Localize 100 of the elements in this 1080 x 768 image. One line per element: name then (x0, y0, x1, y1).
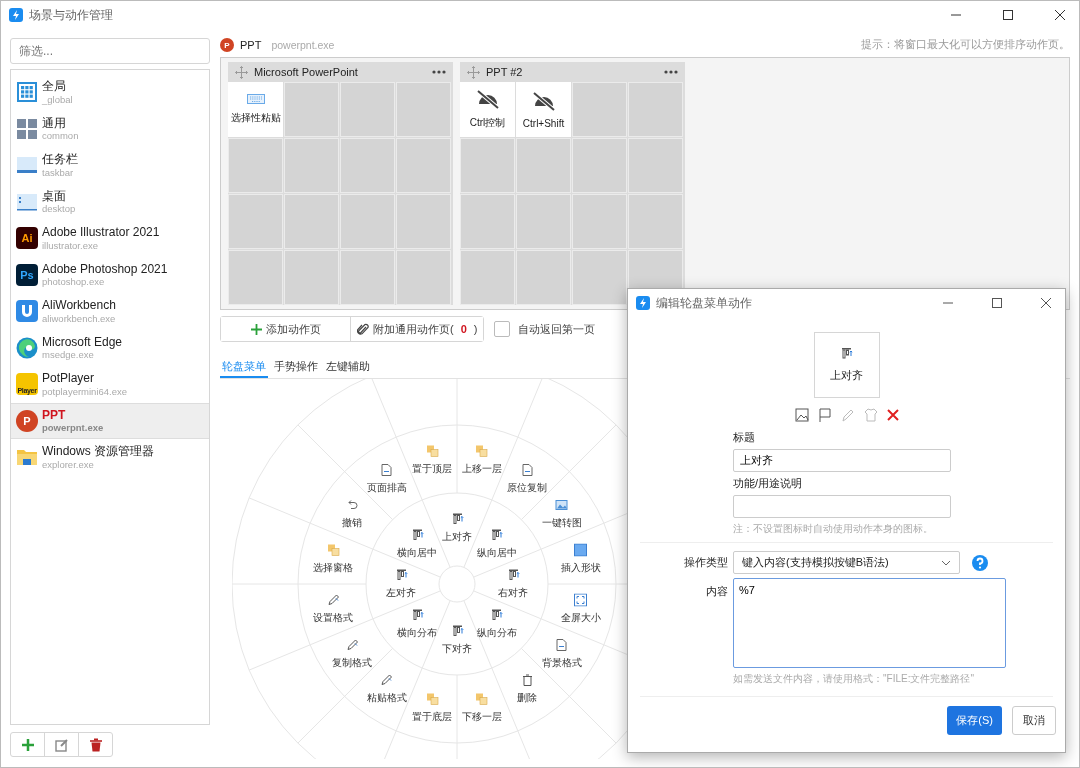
add-button[interactable] (10, 732, 45, 757)
app-name: 全局 (42, 79, 67, 94)
icon-preview[interactable]: 上对齐 (813, 332, 880, 398)
app-list-item[interactable]: 任务栏 taskbar (11, 147, 209, 184)
tab[interactable]: 轮盘菜单 (220, 356, 268, 378)
image-icon[interactable] (794, 408, 809, 422)
wheel-item[interactable]: 下对齐 (442, 624, 472, 656)
app-name: 通用 (42, 115, 67, 131)
app-list-item[interactable]: Windows 资源管理器 explorer.exe (11, 439, 209, 476)
edit-button[interactable] (44, 732, 79, 757)
wheel-item[interactable]: 粘贴格式 (367, 673, 407, 705)
wheel-item-label: 置于顶层 (412, 461, 453, 476)
maximize-icon[interactable] (1002, 9, 1014, 21)
app-name: 任务栏 (42, 152, 78, 167)
cancel-button[interactable]: 取消 (1012, 706, 1056, 735)
app-name: AliWorkbench (42, 298, 116, 313)
field-label: 内容 (705, 584, 728, 599)
wheel-item-label: 插入形状 (560, 560, 601, 575)
trash-icon (520, 673, 534, 687)
wheel-item[interactable]: 背景格式 (541, 638, 582, 670)
wheel-item[interactable]: 右对齐 (498, 568, 528, 600)
add-page-button[interactable]: 添加动作页 (221, 317, 351, 341)
wheel-item[interactable]: 纵向分布 (476, 608, 517, 640)
save-button[interactable]: 保存(S) (947, 706, 1002, 735)
title-field[interactable]: 上对齐 (733, 449, 951, 472)
more-icon[interactable] (432, 70, 446, 74)
action-tile[interactable]: Ctrl控制 (460, 82, 515, 137)
more-icon[interactable] (664, 70, 678, 74)
wheel-item[interactable]: 上移一层 (461, 444, 502, 476)
wheel-item[interactable]: 选择窗格 (313, 543, 354, 575)
wheel-item-label: 上移一层 (461, 461, 502, 476)
document-icon (380, 463, 394, 477)
wheel-item[interactable]: 纵向居中 (476, 528, 517, 560)
wheel-item[interactable]: 页面排高 (367, 463, 407, 495)
layers-icon (475, 692, 489, 706)
app-name: Windows 资源管理器 (42, 444, 154, 459)
wheel-item-label: 横向居中 (397, 545, 438, 560)
field-label: 标题 (733, 430, 756, 445)
action-tile[interactable]: 选择性粘贴 (228, 82, 283, 137)
flag-icon[interactable] (817, 408, 832, 422)
app-exe: common (42, 130, 79, 142)
maximize-icon[interactable] (991, 297, 1003, 309)
wheel-item-label: 页面排高 (367, 480, 407, 495)
wheel-item[interactable]: 置于底层 (412, 692, 453, 724)
close-icon[interactable] (1054, 9, 1066, 21)
action-label: 选择性粘贴 (230, 111, 281, 125)
app-exe: photoshop.exe (42, 276, 106, 288)
move-icon[interactable] (467, 65, 480, 79)
help-icon[interactable] (972, 554, 988, 571)
tab[interactable]: 手势操作 (272, 356, 320, 378)
app-list-item[interactable]: AliWorkbench aliworkbench.exe (11, 293, 209, 330)
wheel-item[interactable]: 横向分布 (397, 608, 438, 640)
app-list-item[interactable]: 全局 _global (11, 74, 209, 111)
description-field[interactable] (733, 495, 951, 518)
wheel-item[interactable]: 置于顶层 (412, 444, 453, 476)
delete-button[interactable] (78, 732, 113, 757)
align-icon (490, 608, 504, 622)
align-icon (394, 568, 408, 582)
app-exe: desktop (42, 203, 76, 215)
align-icon (506, 568, 520, 582)
wheel-item[interactable]: 撤销 (342, 498, 363, 530)
close-icon[interactable] (1040, 297, 1052, 309)
wheel-item-label: 全屏大小 (560, 610, 601, 625)
wheel-item-label: 上对齐 (442, 529, 472, 544)
wheel-item[interactable]: 左对齐 (386, 568, 416, 600)
wheel-item[interactable]: 复制格式 (332, 638, 373, 670)
align-icon (450, 512, 464, 526)
app-list-item[interactable]: 通用 common (11, 110, 209, 147)
app-exe: powerpnt.exe (271, 39, 335, 51)
app-name: Microsoft Edge (42, 334, 123, 350)
wheel-item-label: 横向分布 (397, 625, 438, 640)
app-list-item[interactable]: Microsoft Edge msedge.exe (11, 329, 209, 366)
pen-icon (326, 593, 340, 607)
move-icon[interactable] (235, 65, 248, 79)
layers-icon (475, 444, 489, 458)
wheel-item[interactable]: 横向居中 (397, 528, 438, 560)
layers-icon (425, 444, 439, 458)
filter-field[interactable]: 筛选... (10, 38, 210, 64)
wheel-item-label: 下移一层 (461, 709, 502, 724)
tab[interactable]: 左键辅助 (324, 356, 372, 378)
wheel-item[interactable]: 下移一层 (461, 692, 502, 724)
shirt-icon[interactable] (863, 408, 878, 422)
wheel-item-label: 左对齐 (386, 585, 416, 600)
app-exe: aliworkbench.exe (42, 312, 116, 325)
wheel-item[interactable]: 设置格式 (313, 593, 354, 625)
content-field[interactable]: %7 (733, 578, 1006, 668)
app-name: Adobe Illustrator 2021 (42, 225, 160, 240)
delete-icon[interactable] (886, 409, 899, 421)
type-select[interactable]: 键入内容(支持模拟按键B语法) (733, 551, 960, 574)
action-label: Ctrl控制 (469, 116, 506, 130)
action-tile[interactable]: Ctrl+Shift (516, 82, 571, 137)
pen-icon[interactable] (840, 408, 855, 422)
wheel-item[interactable]: 上对齐 (442, 512, 472, 544)
checkbox[interactable] (494, 321, 511, 337)
wheel-item[interactable]: 一键转图 (541, 498, 582, 530)
wheel-item[interactable]: 插入形状 (560, 543, 601, 575)
app-list-item[interactable]: 桌面 desktop (11, 183, 209, 220)
wheel-item[interactable]: 全屏大小 (560, 593, 601, 625)
wheel-item[interactable]: 删除 (517, 673, 537, 705)
wheel-item[interactable]: 原位复制 (507, 463, 547, 495)
